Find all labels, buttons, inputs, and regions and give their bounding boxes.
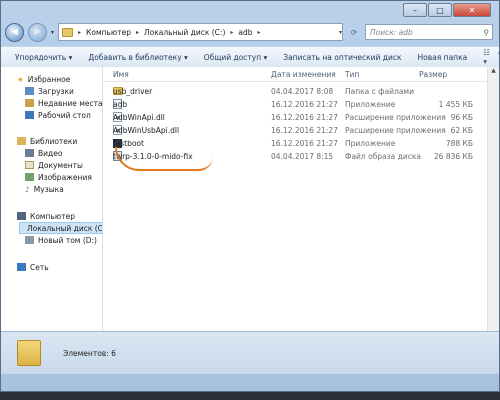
scroll-up-icon[interactable]: ▲: [488, 67, 499, 78]
hard-drive-icon: [25, 236, 34, 244]
recent-places-icon: [25, 99, 34, 107]
close-button[interactable]: ✕: [453, 3, 491, 17]
item-count: Элементов: 6: [63, 348, 116, 358]
file-list: Имя Дата изменения Тип Размер usb_driver…: [103, 67, 487, 374]
organize-button[interactable]: Упорядочить ▾: [15, 53, 72, 62]
recent-pages-dropdown[interactable]: ▾: [51, 29, 54, 36]
nav-desktop[interactable]: Рабочий стол: [25, 109, 91, 121]
add-to-library-button[interactable]: Добавить в библиотеку ▾: [88, 53, 187, 62]
refresh-icon[interactable]: ⟳: [347, 28, 361, 37]
images-icon: [25, 173, 34, 181]
chevron-right-icon[interactable]: ▸: [258, 29, 261, 36]
nav-local-disk[interactable]: Локальный диск (C: [19, 222, 102, 234]
share-button[interactable]: Общий доступ ▾: [204, 53, 267, 62]
chevron-right-icon[interactable]: ▸: [136, 29, 139, 36]
maximize-button[interactable]: □: [428, 3, 452, 17]
address-bar[interactable]: ▸ Компьютер ▸ Локальный диск (C:) ▸ adb …: [58, 23, 343, 41]
nav-libraries[interactable]: Библиотеки: [17, 135, 77, 147]
column-date[interactable]: Дата изменения: [271, 70, 336, 79]
breadcrumb-adb[interactable]: adb: [238, 28, 252, 37]
window-controls: – □ ✕: [403, 3, 491, 17]
video-icon: [25, 149, 34, 157]
chevron-right-icon[interactable]: ▸: [78, 29, 81, 36]
network-icon: [17, 263, 26, 271]
search-placeholder: Поиск: adb: [370, 27, 413, 37]
nav-downloads[interactable]: Загрузки: [25, 85, 74, 97]
minimize-button[interactable]: –: [403, 3, 427, 17]
folder-icon: [62, 27, 74, 37]
taskbar: [0, 392, 500, 400]
view-options-icon[interactable]: ☷ ▾: [483, 48, 490, 66]
folder-icon: [17, 340, 41, 366]
nav-recent[interactable]: Недавние места: [25, 97, 102, 109]
column-type[interactable]: Тип: [345, 70, 359, 79]
arrow-right-icon: ▶: [34, 27, 41, 37]
content-area: ★ Избранное Загрузки Недавние места Рабоч…: [1, 67, 499, 374]
breadcrumb-local-disk[interactable]: Локальный диск (C:): [144, 28, 225, 37]
documents-icon: [25, 161, 34, 169]
desktop-icon: [25, 111, 34, 119]
new-folder-button[interactable]: Новая папка: [418, 53, 468, 62]
music-icon: ♪: [25, 184, 30, 194]
nav-documents[interactable]: Документы: [25, 159, 83, 171]
burn-button[interactable]: Записать на оптический диск: [283, 53, 401, 62]
back-button[interactable]: ◀: [5, 22, 24, 42]
search-icon: ⚲: [483, 27, 490, 37]
nav-video[interactable]: Видео: [25, 147, 62, 159]
address-row: ◀ ▶ ▾ ▸ Компьютер ▸ Локальный диск (C:) …: [5, 21, 493, 43]
column-size[interactable]: Размер: [419, 70, 447, 79]
nav-computer[interactable]: Компьютер: [17, 210, 75, 222]
command-bar: Упорядочить ▾ Добавить в библиотеку ▾ Об…: [1, 46, 500, 68]
explorer-window: – □ ✕ ◀ ▶ ▾ ▸ Компьютер ▸ Локальный диск…: [0, 0, 500, 392]
nav-new-volume[interactable]: Новый том (D:): [25, 234, 97, 246]
file-row[interactable]: AdbWinUsbApi.dll 16.12.2016 21:27 Расшир…: [109, 124, 487, 136]
file-row[interactable]: usb_driver 04.04.2017 8:08 Папка с файла…: [109, 85, 487, 97]
arrow-left-icon: ◀: [11, 27, 18, 37]
column-headers: Имя Дата изменения Тип Размер: [103, 67, 487, 82]
nav-music[interactable]: ♪ Музыка: [25, 183, 64, 195]
star-icon: ★: [17, 74, 24, 84]
nav-images[interactable]: Изображения: [25, 171, 92, 183]
nav-network[interactable]: Сеть: [17, 261, 49, 273]
search-input[interactable]: Поиск: adb ⚲: [365, 24, 493, 40]
nav-favorites[interactable]: ★ Избранное: [17, 73, 70, 85]
file-row[interactable]: adb 16.12.2016 21:27 Приложение 1 455 КБ: [109, 98, 487, 110]
vertical-scrollbar[interactable]: ▲: [487, 67, 499, 374]
address-dropdown-icon[interactable]: ▾: [339, 29, 342, 36]
computer-icon: [17, 212, 26, 220]
breadcrumb-computer[interactable]: Компьютер: [86, 28, 131, 37]
column-name[interactable]: Имя: [113, 70, 129, 79]
downloads-icon: [25, 87, 34, 95]
navigation-pane: ★ Избранное Загрузки Недавние места Рабоч…: [1, 67, 103, 374]
orange-underline-annotation: [115, 147, 213, 171]
details-pane: Элементов: 6: [1, 331, 499, 374]
file-row[interactable]: AdbWinApi.dll 16.12.2016 21:27 Расширени…: [109, 111, 487, 123]
libraries-icon: [17, 137, 26, 145]
forward-button[interactable]: ▶: [28, 22, 47, 42]
chevron-right-icon[interactable]: ▸: [230, 29, 233, 36]
